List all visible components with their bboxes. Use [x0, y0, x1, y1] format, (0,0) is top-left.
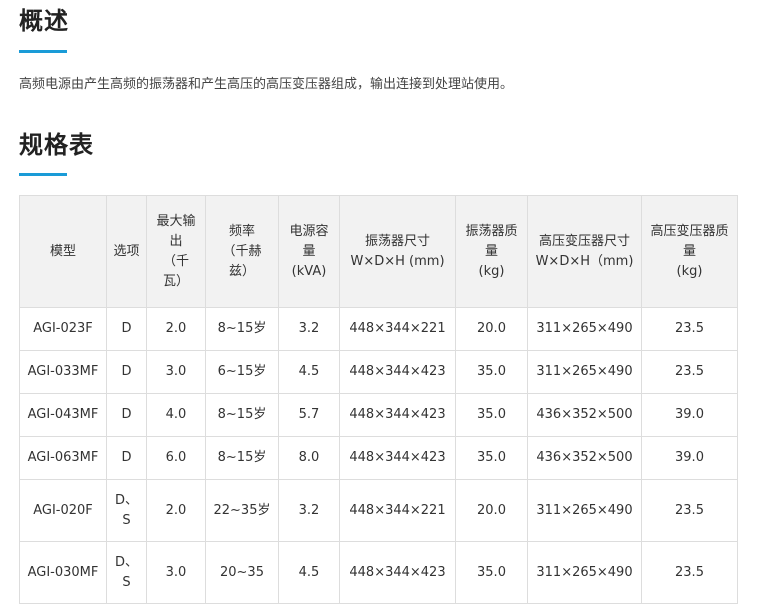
table-row: AGI-043MF D 4.0 8~15岁 5.7 448×344×423 35.0 436×…	[19, 393, 738, 437]
cell-transformer-size: 311×265×490	[527, 350, 642, 394]
header-model: 模型	[19, 195, 107, 308]
spec-title-underline	[19, 173, 67, 176]
cell-oscillator-size: 448×344×423	[339, 541, 456, 604]
cell-transformer-size: 311×265×490	[527, 541, 642, 604]
cell-option: D	[106, 393, 147, 437]
cell-transformer-mass: 23.5	[641, 479, 738, 542]
cell-oscillator-size: 448×344×423	[339, 350, 456, 394]
cell-max-output: 2.0	[146, 479, 206, 542]
cell-oscillator-mass: 20.0	[455, 307, 528, 351]
cell-power-capacity: 4.5	[278, 350, 340, 394]
cell-transformer-size: 436×352×500	[527, 436, 642, 480]
cell-max-output: 2.0	[146, 307, 206, 351]
cell-power-capacity: 5.7	[278, 393, 340, 437]
cell-model: AGI-043MF	[19, 393, 107, 437]
spec-table-header: 模型 选项 最大输 出 （千 瓦） 频率 （千赫 兹） 电源容 量 (kVA) …	[19, 195, 738, 308]
cell-oscillator-size: 448×344×221	[339, 479, 456, 542]
cell-oscillator-size: 448×344×423	[339, 436, 456, 480]
cell-oscillator-size: 448×344×221	[339, 307, 456, 351]
cell-frequency: 6~15岁	[205, 350, 279, 394]
header-frequency: 频率 （千赫 兹）	[205, 195, 279, 308]
cell-frequency: 8~15岁	[205, 307, 279, 351]
cell-option: D、 S	[106, 541, 147, 604]
cell-max-output: 4.0	[146, 393, 206, 437]
table-row: AGI-063MF D 6.0 8~15岁 8.0 448×344×423 35.0 436×…	[19, 436, 738, 480]
cell-power-capacity: 4.5	[278, 541, 340, 604]
header-max-output: 最大输 出 （千 瓦）	[146, 195, 206, 308]
cell-oscillator-size: 448×344×423	[339, 393, 456, 437]
cell-power-capacity: 8.0	[278, 436, 340, 480]
spec-table-body: AGI-023F D 2.0 8~15岁 3.2 448×344×221 20.0 311×2…	[19, 307, 738, 604]
header-transformer-size: 高压变压器尺寸 W×D×H（mm)	[527, 195, 642, 308]
cell-oscillator-mass: 35.0	[455, 350, 528, 394]
cell-model: AGI-063MF	[19, 436, 107, 480]
cell-model: AGI-030MF	[19, 541, 107, 604]
cell-option: D、 S	[106, 479, 147, 542]
cell-transformer-mass: 39.0	[641, 436, 738, 480]
cell-power-capacity: 3.2	[278, 307, 340, 351]
header-power-capacity: 电源容 量 (kVA)	[278, 195, 340, 308]
cell-oscillator-mass: 35.0	[455, 541, 528, 604]
cell-model: AGI-023F	[19, 307, 107, 351]
cell-transformer-mass: 39.0	[641, 393, 738, 437]
cell-transformer-size: 436×352×500	[527, 393, 642, 437]
cell-model: AGI-033MF	[19, 350, 107, 394]
table-row: AGI-030MF D、 S 3.0 20~35 4.5 448×344×423 35.0 3…	[19, 541, 738, 604]
spec-title: 规格表	[19, 131, 94, 159]
cell-transformer-size: 311×265×490	[527, 307, 642, 351]
cell-transformer-mass: 23.5	[641, 350, 738, 394]
cell-option: D	[106, 350, 147, 394]
cell-option: D	[106, 307, 147, 351]
cell-option: D	[106, 436, 147, 480]
overview-text: 高频电源由产生高频的振荡器和产生高压的高压变压器组成，输出连接到处理站使用。	[19, 77, 514, 92]
cell-frequency: 20~35	[205, 541, 279, 604]
cell-model: AGI-020F	[19, 479, 107, 542]
cell-max-output: 6.0	[146, 436, 206, 480]
cell-oscillator-mass: 20.0	[455, 479, 528, 542]
cell-max-output: 3.0	[146, 350, 206, 394]
cell-max-output: 3.0	[146, 541, 206, 604]
cell-frequency: 8~15岁	[205, 436, 279, 480]
cell-transformer-mass: 23.5	[641, 541, 738, 604]
overview-title: 概述	[19, 7, 69, 35]
overview-title-underline	[19, 50, 67, 53]
cell-frequency: 8~15岁	[205, 393, 279, 437]
cell-transformer-mass: 23.5	[641, 307, 738, 351]
cell-transformer-size: 311×265×490	[527, 479, 642, 542]
cell-power-capacity: 3.2	[278, 479, 340, 542]
header-oscillator-size: 振荡器尺寸 W×D×H (mm)	[339, 195, 456, 308]
header-row: 模型 选项 最大输 出 （千 瓦） 频率 （千赫 兹） 电源容 量 (kVA) …	[19, 195, 738, 308]
cell-oscillator-mass: 35.0	[455, 436, 528, 480]
spec-table: 模型 选项 最大输 出 （千 瓦） 频率 （千赫 兹） 电源容 量 (kVA) …	[19, 195, 738, 604]
header-oscillator-mass: 振荡器质 量 (kg)	[455, 195, 528, 308]
table-row: AGI-033MF D 3.0 6~15岁 4.5 448×344×423 35.0 311×…	[19, 350, 738, 394]
table-row: AGI-023F D 2.0 8~15岁 3.2 448×344×221 20.0 311×2…	[19, 307, 738, 351]
header-option: 选项	[106, 195, 147, 308]
cell-frequency: 22~35岁	[205, 479, 279, 542]
header-transformer-mass: 高压变压器质 量 (kg)	[641, 195, 738, 308]
table-row: AGI-020F D、 S 2.0 22~35岁 3.2 448×344×221 20.0 3…	[19, 479, 738, 542]
cell-oscillator-mass: 35.0	[455, 393, 528, 437]
